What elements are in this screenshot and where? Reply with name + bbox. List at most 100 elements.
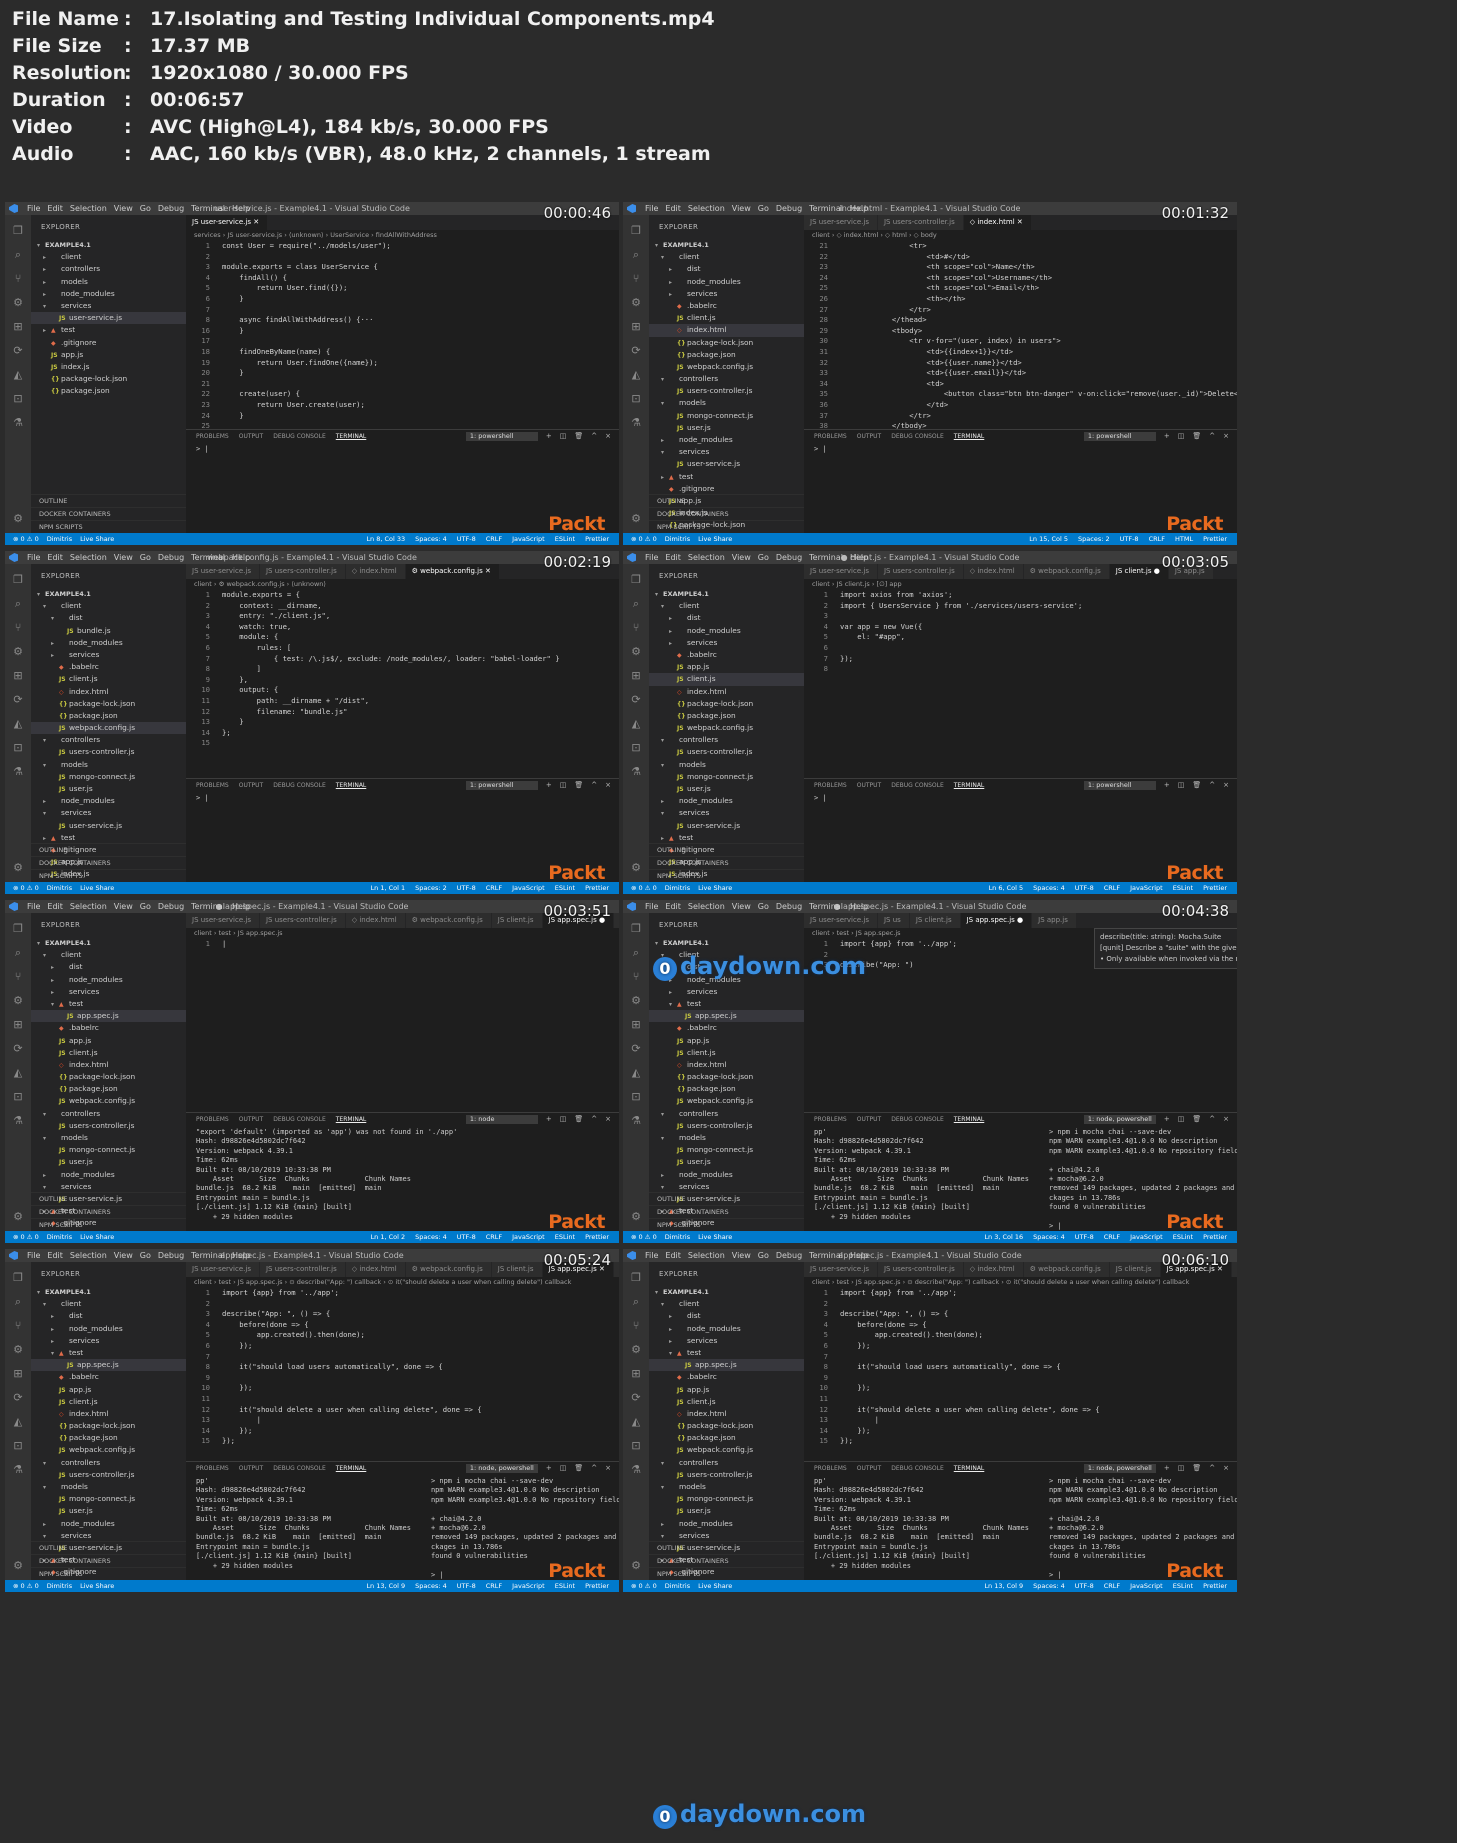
status-item[interactable]: ⊗ 0 ⚠ 0 (631, 533, 657, 545)
menu-item-file[interactable]: File (27, 900, 40, 913)
tree-item[interactable]: ▸ node_modules (31, 1518, 186, 1530)
tree-item[interactable]: JS client.js (31, 673, 186, 685)
tree-item[interactable]: ▾ controllers (31, 734, 186, 746)
menu-item-debug[interactable]: Debug (158, 202, 184, 215)
menu-item-terminal[interactable]: Terminal (809, 1249, 843, 1262)
tree-item[interactable]: JS user.js (649, 783, 804, 795)
menu-item-debug[interactable]: Debug (776, 900, 802, 913)
tree-item[interactable]: ▾ client (649, 600, 804, 612)
terminal[interactable]: > | (804, 443, 1237, 456)
editor-tab[interactable]: ⚙ webpack.config.js (405, 913, 492, 928)
terminal-select[interactable]: 1: node, powershell (1083, 1115, 1156, 1124)
tree-item[interactable]: JS app.spec.js (649, 1010, 804, 1023)
tree-item[interactable]: ◇ index.html (649, 1059, 804, 1071)
tree-item[interactable]: ▸ services (649, 1335, 804, 1347)
menu-item-terminal[interactable]: Terminal (809, 202, 843, 215)
panel-tab-output[interactable]: OUTPUT (857, 1113, 881, 1126)
add-terminal-icon[interactable]: + (546, 1464, 552, 1473)
close-icon[interactable]: × (1223, 1464, 1229, 1473)
status-item[interactable]: CRLF (486, 882, 502, 894)
tree-root[interactable]: ▾ EXAMPLE4.1 (649, 239, 804, 251)
tree-item[interactable]: JS mongo-connect.js (649, 1493, 804, 1505)
split-terminal-icon[interactable]: ◫ (1178, 1464, 1185, 1473)
tree-item[interactable]: ▸ dist (31, 961, 186, 973)
test-icon[interactable]: ⚗ (630, 766, 642, 778)
tree-item[interactable]: ▾ client (31, 949, 186, 961)
menu-item-terminal[interactable]: Terminal (191, 551, 225, 564)
tree-item[interactable]: ◆ .gitignore (31, 337, 186, 349)
tree-item[interactable]: {}package-lock.json (31, 698, 186, 710)
status-item[interactable]: ⊗ 0 ⚠ 0 (13, 533, 39, 545)
status-item[interactable]: Spaces: 2 (415, 882, 447, 894)
tree-item[interactable]: ▸ models (31, 276, 186, 288)
terminal-select[interactable]: 1: node (465, 1115, 538, 1124)
add-terminal-icon[interactable]: + (1164, 1464, 1170, 1473)
tree-item[interactable]: ◆ .babelrc (649, 300, 804, 312)
sidebar-section-npm-scripts[interactable]: NPM SCRIPTS (31, 1218, 186, 1231)
split-terminal-icon[interactable]: ◫ (560, 1115, 567, 1124)
settings-gear-icon[interactable]: ⚙ (12, 1211, 24, 1223)
remote-icon[interactable]: ⊡ (630, 1091, 642, 1103)
menu-item-selection[interactable]: Selection (70, 1249, 107, 1262)
add-terminal-icon[interactable]: + (1164, 781, 1170, 790)
panel-tab-terminal[interactable]: TERMINAL (336, 1462, 367, 1475)
menu-item-go[interactable]: Go (140, 1249, 151, 1262)
tree-item[interactable]: JS users-controller.js (649, 1120, 804, 1132)
sidebar-section-npm-scripts[interactable]: NPM SCRIPTS (649, 1567, 804, 1580)
status-item[interactable]: Spaces: 4 (1033, 882, 1065, 894)
editor-tab[interactable]: JS user-service.js (186, 1262, 260, 1277)
tree-item[interactable]: {}package-lock.json (649, 337, 804, 349)
tree-item[interactable]: ◇ index.html (31, 1408, 186, 1420)
search-icon[interactable]: ⌕ (630, 1296, 642, 1308)
tree-item[interactable]: ▾ models (649, 1132, 804, 1144)
menu-item-file[interactable]: File (645, 1249, 658, 1262)
tree-item[interactable]: ▾ client (31, 600, 186, 612)
status-item[interactable]: UTF-8 (457, 882, 476, 894)
menu-item-view[interactable]: View (114, 551, 133, 564)
menu-item-selection[interactable]: Selection (70, 551, 107, 564)
editor-tab[interactable]: JS user-service.js (186, 913, 260, 928)
maximize-icon[interactable]: ^ (1209, 781, 1215, 790)
extensions-icon[interactable]: ⊞ (630, 321, 642, 333)
close-icon[interactable]: × (1223, 432, 1229, 441)
sidebar-section-outline[interactable]: OUTLINE (649, 1541, 804, 1554)
code-editor[interactable]: 1 import {app} from '../app'; 2 3 describe("… (186, 1288, 619, 1447)
maximize-icon[interactable]: ^ (1209, 1464, 1215, 1473)
source-control-icon[interactable]: ⑂ (12, 971, 24, 983)
tree-item[interactable]: ▸ dist (31, 1310, 186, 1322)
status-item[interactable]: JavaScript (512, 882, 545, 894)
tree-item[interactable]: ▸ node_modules (31, 288, 186, 300)
tree-item[interactable]: JS app.spec.js (31, 1359, 186, 1372)
breadcrumb[interactable]: services › JS user-service.js › ⟨unknown… (186, 230, 619, 241)
close-icon[interactable]: × (1223, 781, 1229, 790)
sidebar-section-docker-containers[interactable]: DOCKER CONTAINERS (31, 856, 186, 869)
extensions-icon[interactable]: ⊞ (630, 1368, 642, 1380)
docker-icon[interactable]: ◭ (12, 718, 24, 730)
tree-item[interactable]: ▸ dist (649, 263, 804, 275)
editor-tab[interactable]: JS user-service.js (804, 215, 878, 230)
menu-item-selection[interactable]: Selection (688, 202, 725, 215)
test-icon[interactable]: ⚗ (12, 766, 24, 778)
source-control-icon[interactable]: ⑂ (12, 622, 24, 634)
close-icon[interactable]: × (1223, 1115, 1229, 1124)
tree-item[interactable]: ▸ services (31, 986, 186, 998)
tree-item[interactable]: ▾ models (649, 397, 804, 409)
editor-tab[interactable]: ⚙ webpack.config.js (1023, 1262, 1110, 1277)
tree-item[interactable]: ▸ controllers (31, 263, 186, 275)
editor-tab[interactable]: ◇ index.html (345, 913, 406, 928)
tree-item[interactable]: JSapp.js (31, 349, 186, 361)
menu-item-terminal[interactable]: Terminal (191, 202, 225, 215)
menu-item-debug[interactable]: Debug (776, 1249, 802, 1262)
docker-icon[interactable]: ◭ (12, 369, 24, 381)
panel-tab-output[interactable]: OUTPUT (857, 430, 881, 443)
trash-icon[interactable]: 🗑 (574, 432, 583, 441)
test-icon[interactable]: ⚗ (12, 417, 24, 429)
status-item[interactable]: JavaScript (512, 1580, 545, 1592)
menu-item-selection[interactable]: Selection (688, 1249, 725, 1262)
menu-item-file[interactable]: File (27, 202, 40, 215)
docker-icon[interactable]: ◭ (630, 1416, 642, 1428)
tree-item[interactable]: ▸ dist (649, 1310, 804, 1322)
panel-tab-problems[interactable]: PROBLEMS (814, 1113, 847, 1126)
editor-tab[interactable]: ◇ index.html (963, 1262, 1024, 1277)
status-item[interactable]: CRLF (486, 533, 502, 545)
